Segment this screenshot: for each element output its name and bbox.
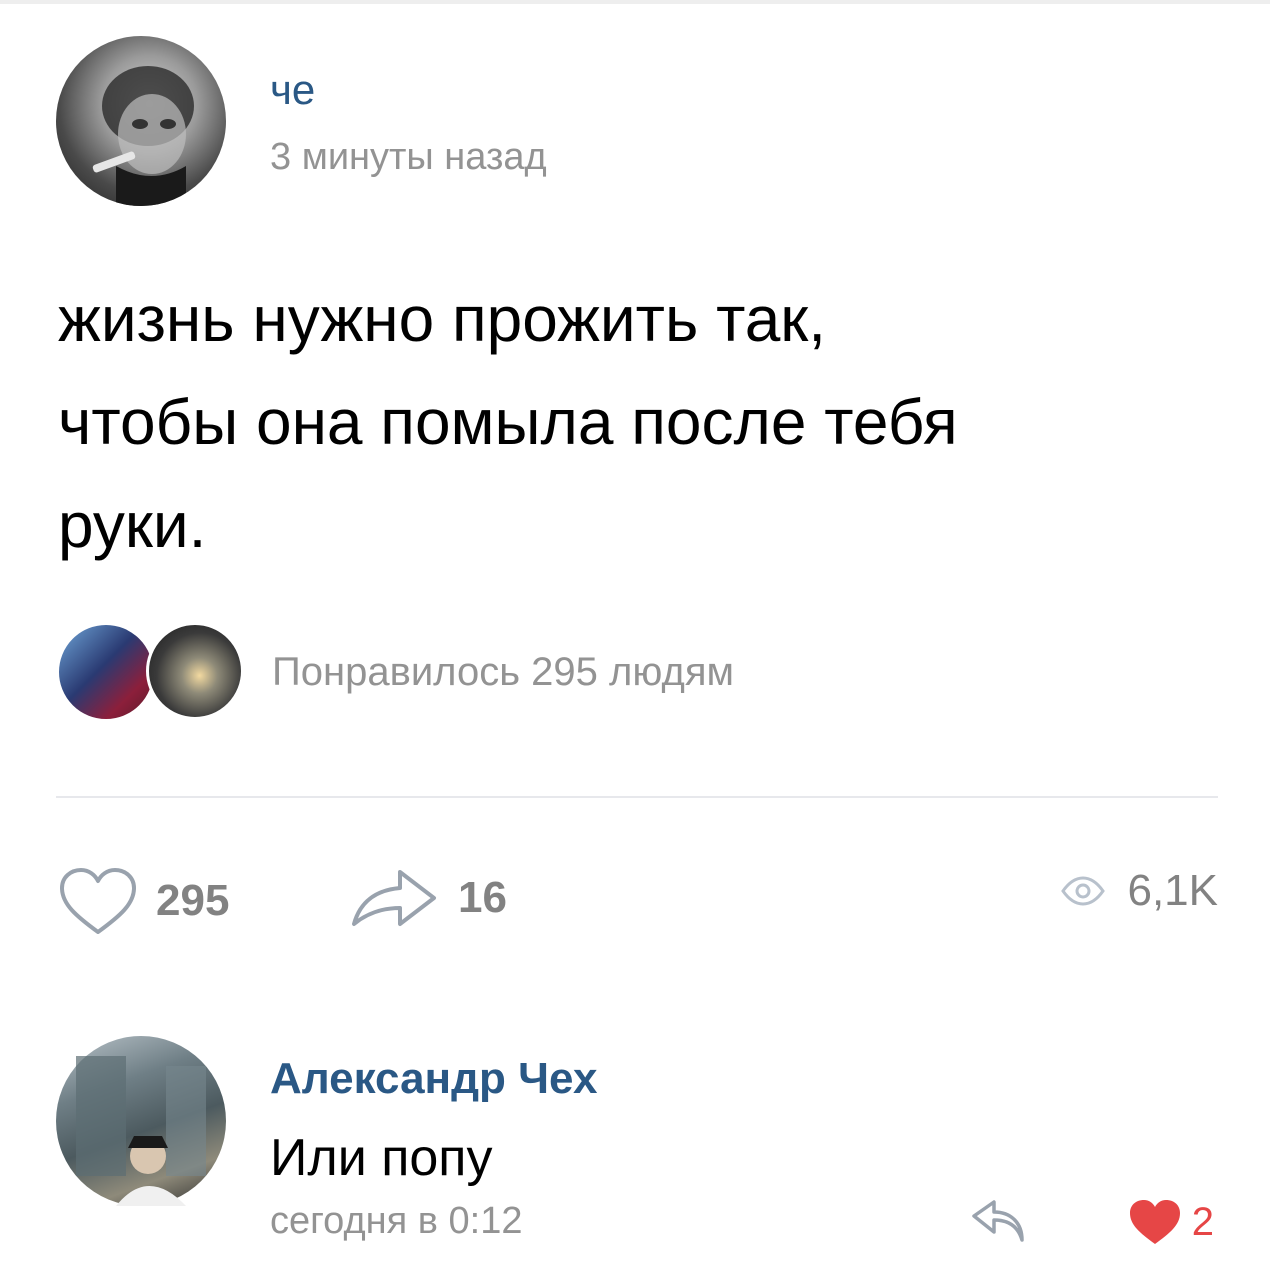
comment-like-count: 2 <box>1191 1199 1214 1244</box>
post-author-avatar[interactable] <box>56 36 226 206</box>
liker-avatar[interactable] <box>56 622 156 722</box>
comment-like-button[interactable]: 2 <box>1128 1198 1214 1246</box>
eye-icon <box>1061 876 1106 906</box>
avatar-photo-icon <box>92 66 194 206</box>
share-button[interactable]: 16 <box>350 866 507 930</box>
like-button[interactable]: 295 <box>56 866 229 936</box>
top-divider <box>0 0 1270 4</box>
share-count: 16 <box>458 873 507 922</box>
share-arrow-icon <box>352 870 436 926</box>
heart-outline-icon <box>60 868 136 934</box>
likes-summary[interactable]: Понравилось 295 людям <box>272 650 734 695</box>
post-text-line: жизнь нужно прожить так, <box>58 283 827 355</box>
comment-text: Или попу <box>270 1129 493 1187</box>
divider <box>56 796 1218 798</box>
post-text-line: чтобы она помыла после тебя <box>58 386 958 458</box>
like-count: 295 <box>156 876 230 925</box>
post-text-line: руки. <box>58 489 207 561</box>
views-counter: 6,1K <box>1061 866 1218 916</box>
liker-avatar[interactable] <box>146 622 244 720</box>
avatar-photo-icon <box>76 1056 206 1206</box>
comment-author-avatar[interactable] <box>56 1036 226 1206</box>
post-author-name[interactable]: че <box>270 66 315 114</box>
comment-timestamp: сегодня в 0:12 <box>270 1200 523 1242</box>
views-count: 6,1K <box>1127 866 1218 915</box>
heart-filled-icon <box>1129 1200 1180 1244</box>
post-timestamp[interactable]: 3 минуты назад <box>270 136 547 179</box>
comment-author-name[interactable]: Александр Чех <box>270 1054 597 1104</box>
reply-arrow-icon[interactable] <box>970 1200 1026 1244</box>
post-text: жизнь нужно прожить так, чтобы она помыл… <box>58 268 1218 577</box>
